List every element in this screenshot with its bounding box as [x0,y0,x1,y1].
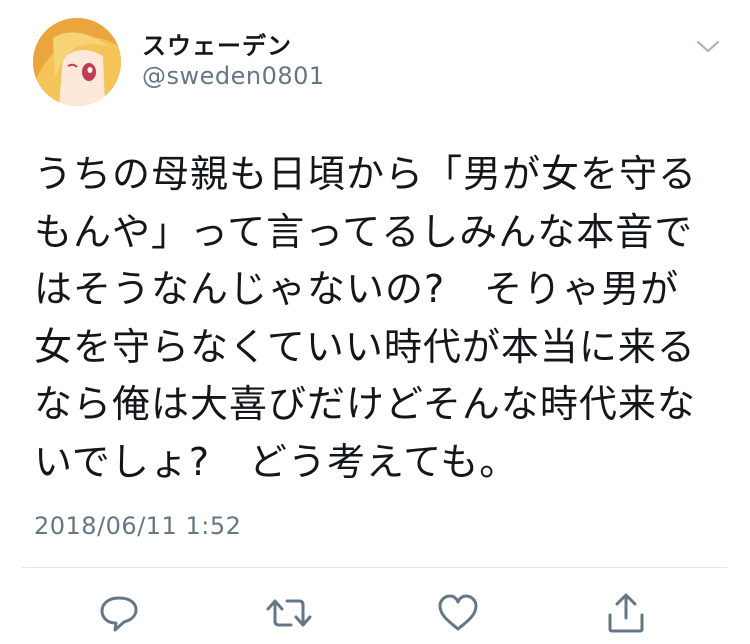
retweet-icon [266,599,312,627]
retweet-button[interactable] [264,588,314,638]
like-icon [438,594,478,631]
chevron-down-icon[interactable] [692,30,724,62]
share-icon [608,593,644,633]
user-handle[interactable]: @sweden0801 [142,62,325,90]
avatar-image [33,18,121,106]
tweet-card: スウェーデン @sweden0801 うちの母親も日頃から「男が女を守る もんや… [0,0,750,644]
display-name[interactable]: スウェーデン [142,26,292,61]
divider [22,567,728,568]
tweet-timestamp[interactable]: 2018/06/11 1:52 [34,512,241,540]
reply-icon [100,596,138,632]
like-button[interactable] [433,588,483,638]
avatar[interactable] [33,18,121,106]
tweet-text: うちの母親も日頃から「男が女を守る もんや」って言ってるしみんな本音で はそうな… [34,152,698,484]
share-button[interactable] [601,588,651,638]
tweet-actions [0,588,750,638]
reply-button[interactable] [94,588,144,638]
